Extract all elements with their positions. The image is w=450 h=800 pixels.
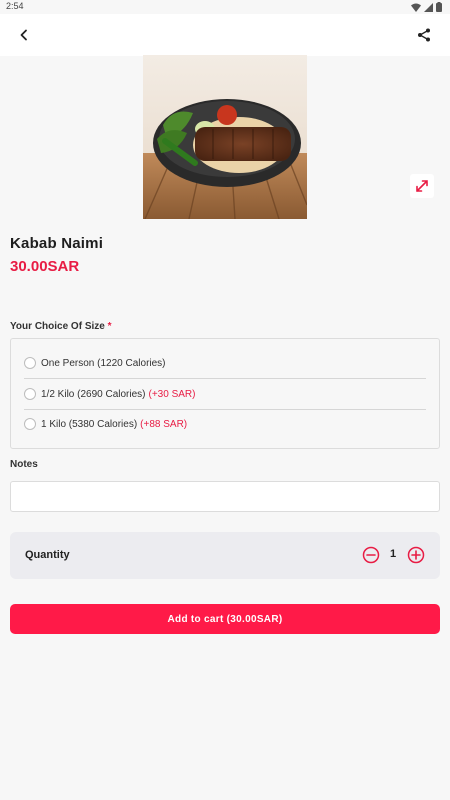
signal-icon	[424, 2, 433, 12]
quantity-value: 1	[389, 548, 397, 560]
battery-icon	[436, 2, 442, 12]
wifi-icon	[411, 3, 421, 12]
radio-button[interactable]	[24, 418, 36, 430]
share-button[interactable]	[410, 21, 438, 49]
chevron-left-icon	[20, 29, 27, 41]
radio-button[interactable]	[24, 388, 36, 400]
minus-circle-icon[interactable]	[362, 546, 380, 564]
option-label: 1 Kilo (5380 Calories)	[41, 418, 138, 430]
notes-input[interactable]	[10, 481, 440, 512]
app-bar	[0, 14, 450, 56]
option-extra-price: (+30 SAR)	[148, 388, 196, 400]
add-to-cart-button[interactable]: Add to cart (30.00SAR)	[10, 604, 440, 634]
back-button[interactable]	[10, 21, 38, 49]
share-icon	[418, 28, 430, 42]
quantity-stepper: Quantity 1	[10, 532, 440, 579]
product-image	[143, 55, 307, 219]
product-name: Kabab Naimi	[10, 235, 104, 252]
product-price: 30.00SAR	[10, 258, 80, 275]
notes-label: Notes	[10, 459, 38, 470]
required-marker: *	[107, 321, 112, 332]
option-label: 1/2 Kilo (2690 Calories)	[41, 388, 146, 400]
system-icons	[411, 2, 442, 12]
expand-image-button[interactable]	[410, 174, 434, 198]
size-section-label: Your Choice Of Size *	[10, 321, 112, 332]
quantity-label: Quantity	[25, 549, 70, 561]
expand-icon	[416, 180, 428, 192]
status-time: 2:54	[6, 1, 24, 11]
size-option-half-kilo[interactable]: 1/2 Kilo (2690 Calories) (+30 SAR)	[24, 379, 426, 409]
plus-circle-icon[interactable]	[407, 546, 425, 564]
option-extra-price: (+88 SAR)	[140, 418, 188, 430]
size-option-one-kilo[interactable]: 1 Kilo (5380 Calories) (+88 SAR)	[24, 409, 426, 439]
status-bar: 2:54	[0, 0, 450, 14]
radio-button[interactable]	[24, 357, 36, 369]
option-label: One Person (1220 Calories)	[41, 357, 166, 369]
size-label-text: Your Choice Of Size	[10, 321, 105, 332]
size-option-one-person[interactable]: One Person (1220 Calories)	[24, 348, 426, 378]
size-options: One Person (1220 Calories) 1/2 Kilo (269…	[10, 338, 440, 449]
